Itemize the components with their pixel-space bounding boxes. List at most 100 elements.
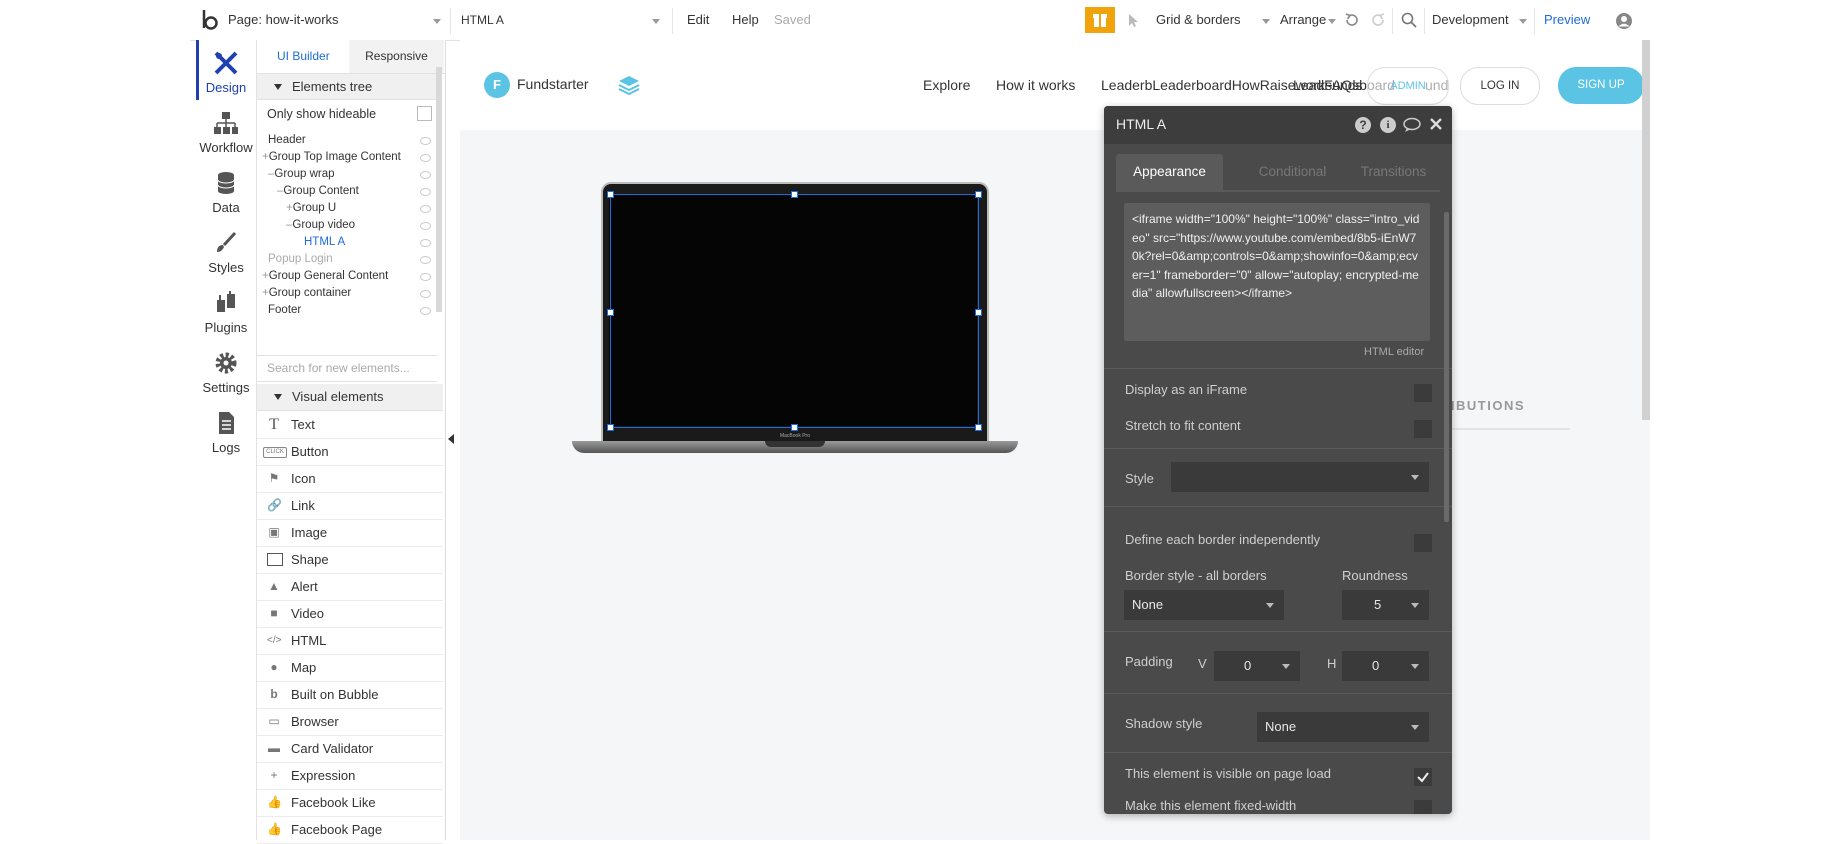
- brand-name[interactable]: Fundstarter: [517, 76, 589, 92]
- tree-item-group-general[interactable]: +Group General Content: [262, 267, 388, 285]
- resize-handle[interactable]: [975, 424, 982, 431]
- layers-icon[interactable]: [617, 73, 641, 97]
- resize-handle[interactable]: [607, 309, 614, 316]
- element-alert[interactable]: ▲ Alert: [257, 573, 443, 601]
- nav-workflow[interactable]: Workflow: [196, 110, 256, 155]
- login-button[interactable]: LOG IN: [1460, 67, 1540, 105]
- redo-icon[interactable]: [1370, 12, 1386, 28]
- tab-ui-builder[interactable]: UI Builder: [277, 40, 330, 73]
- visibility-eye-icon[interactable]: [420, 154, 431, 162]
- tree-item-group-video[interactable]: –Group video: [286, 216, 355, 234]
- edit-menu[interactable]: Edit: [687, 0, 709, 40]
- element-facebook-like[interactable]: 👍 Facebook Like: [257, 789, 443, 817]
- tab-conditional[interactable]: Conditional: [1239, 154, 1346, 190]
- collapse-panel-icon[interactable]: [448, 434, 454, 444]
- tree-item-header[interactable]: Header: [268, 131, 306, 149]
- nav-design[interactable]: Design: [196, 50, 256, 95]
- nav-explore[interactable]: Explore: [923, 77, 970, 93]
- roundness-dropdown[interactable]: 5: [1342, 590, 1429, 620]
- comment-icon[interactable]: [1403, 117, 1421, 133]
- undo-icon[interactable]: [1344, 12, 1360, 28]
- tree-item-group-u[interactable]: +Group U: [286, 199, 336, 217]
- visibility-eye-icon[interactable]: [420, 256, 431, 264]
- nav-how-it-works[interactable]: How it works: [996, 77, 1075, 93]
- tree-item-group-content[interactable]: –Group Content: [277, 182, 359, 200]
- resize-handle[interactable]: [607, 424, 614, 431]
- preview-button[interactable]: Preview: [1544, 0, 1590, 40]
- tree-item-group-wrap[interactable]: –Group wrap: [268, 165, 335, 183]
- tree-item-footer[interactable]: Footer: [268, 301, 301, 319]
- info-icon[interactable]: i: [1380, 117, 1396, 133]
- visibility-eye-icon[interactable]: [420, 307, 431, 315]
- close-icon[interactable]: [1428, 116, 1444, 132]
- border-style-dropdown[interactable]: None: [1124, 590, 1284, 620]
- resize-handle[interactable]: [791, 424, 798, 431]
- element-link[interactable]: 🔗 Link: [257, 492, 443, 520]
- shadow-style-dropdown[interactable]: None: [1257, 712, 1429, 742]
- help-icon[interactable]: ?: [1355, 117, 1371, 133]
- visibility-eye-icon[interactable]: [420, 137, 431, 145]
- display-iframe-checkbox[interactable]: [1414, 384, 1432, 402]
- visibility-eye-icon[interactable]: [420, 222, 431, 230]
- element-map[interactable]: ● Map: [257, 654, 443, 682]
- site-header[interactable]: F Fundstarter Explore How it works Leade…: [460, 40, 1650, 130]
- pointer-icon[interactable]: [1126, 12, 1142, 28]
- search-icon[interactable]: [1401, 12, 1417, 28]
- html-code-editor[interactable]: <iframe width="100%" height="100%" class…: [1124, 203, 1430, 341]
- element-button[interactable]: CLICK Button: [257, 438, 443, 466]
- visibility-eye-icon[interactable]: [420, 171, 431, 179]
- signup-button[interactable]: SIGN UP: [1558, 67, 1644, 104]
- element-video[interactable]: ■ Video: [257, 600, 443, 628]
- resize-handle[interactable]: [791, 191, 798, 198]
- define-border-checkbox[interactable]: [1414, 534, 1432, 552]
- element-image[interactable]: ▣ Image: [257, 519, 443, 547]
- element-card-validator[interactable]: ▬ Card Validator: [257, 735, 443, 763]
- padding-v-dropdown[interactable]: 0: [1214, 651, 1300, 681]
- elements-tree-header[interactable]: Elements tree: [257, 74, 437, 100]
- element-html[interactable]: </> HTML: [257, 627, 443, 655]
- tree-item-group-container[interactable]: +Group container: [262, 284, 351, 302]
- element-icon[interactable]: ⚑ Icon: [257, 465, 443, 493]
- fixed-width-checkbox[interactable]: [1414, 800, 1432, 814]
- tab-transitions[interactable]: Transitions: [1340, 154, 1447, 190]
- element-expression[interactable]: + Expression: [257, 762, 443, 790]
- style-dropdown[interactable]: [1171, 462, 1429, 492]
- nav-styles[interactable]: Styles: [196, 230, 256, 275]
- brand-logo[interactable]: F: [484, 72, 510, 98]
- element-text[interactable]: T Text: [257, 411, 443, 439]
- resize-handle[interactable]: [975, 191, 982, 198]
- tree-item-group-top-image[interactable]: +Group Top Image Content: [262, 148, 401, 166]
- bubble-logo[interactable]: [200, 8, 220, 32]
- element-browser[interactable]: ▭ Browser: [257, 708, 443, 736]
- visible-on-load-checkbox[interactable]: [1414, 768, 1432, 786]
- visibility-eye-icon[interactable]: [420, 273, 431, 281]
- page-selector[interactable]: Page: how-it-works: [228, 0, 339, 40]
- element-built-on-bubble[interactable]: b Built on Bubble: [257, 681, 443, 709]
- visibility-eye-icon[interactable]: [420, 239, 431, 247]
- resize-handle[interactable]: [975, 309, 982, 316]
- grid-borders-menu[interactable]: Grid & borders: [1156, 0, 1241, 40]
- element-search[interactable]: Search for new elements...: [257, 355, 437, 382]
- admin-button[interactable]: ADMIN: [1367, 67, 1449, 105]
- tab-responsive[interactable]: Responsive: [349, 40, 444, 73]
- visibility-eye-icon[interactable]: [420, 290, 431, 298]
- tree-item-html-a[interactable]: HTML A: [304, 233, 345, 251]
- editor-scrollbar[interactable]: [1444, 212, 1449, 522]
- html-editor-link[interactable]: HTML editor: [1364, 346, 1424, 358]
- gift-icon[interactable]: [1085, 7, 1115, 33]
- only-hideable-checkbox[interactable]: [417, 106, 432, 121]
- nav-plugins[interactable]: Plugins: [196, 290, 256, 335]
- selection-box[interactable]: [610, 194, 979, 428]
- nav-data[interactable]: Data: [196, 170, 256, 215]
- element-selector[interactable]: HTML A: [461, 0, 504, 40]
- nav-settings[interactable]: Settings: [196, 350, 256, 395]
- tree-scrollbar[interactable]: [436, 67, 442, 312]
- resize-handle[interactable]: [607, 191, 614, 198]
- nav-logs[interactable]: Logs: [196, 410, 256, 455]
- padding-h-dropdown[interactable]: 0: [1342, 651, 1429, 681]
- visibility-eye-icon[interactable]: [420, 205, 431, 213]
- stretch-checkbox[interactable]: [1414, 420, 1432, 438]
- visibility-eye-icon[interactable]: [420, 188, 431, 196]
- tree-item-popup-login[interactable]: Popup Login: [268, 250, 333, 268]
- tab-appearance[interactable]: Appearance: [1116, 154, 1223, 190]
